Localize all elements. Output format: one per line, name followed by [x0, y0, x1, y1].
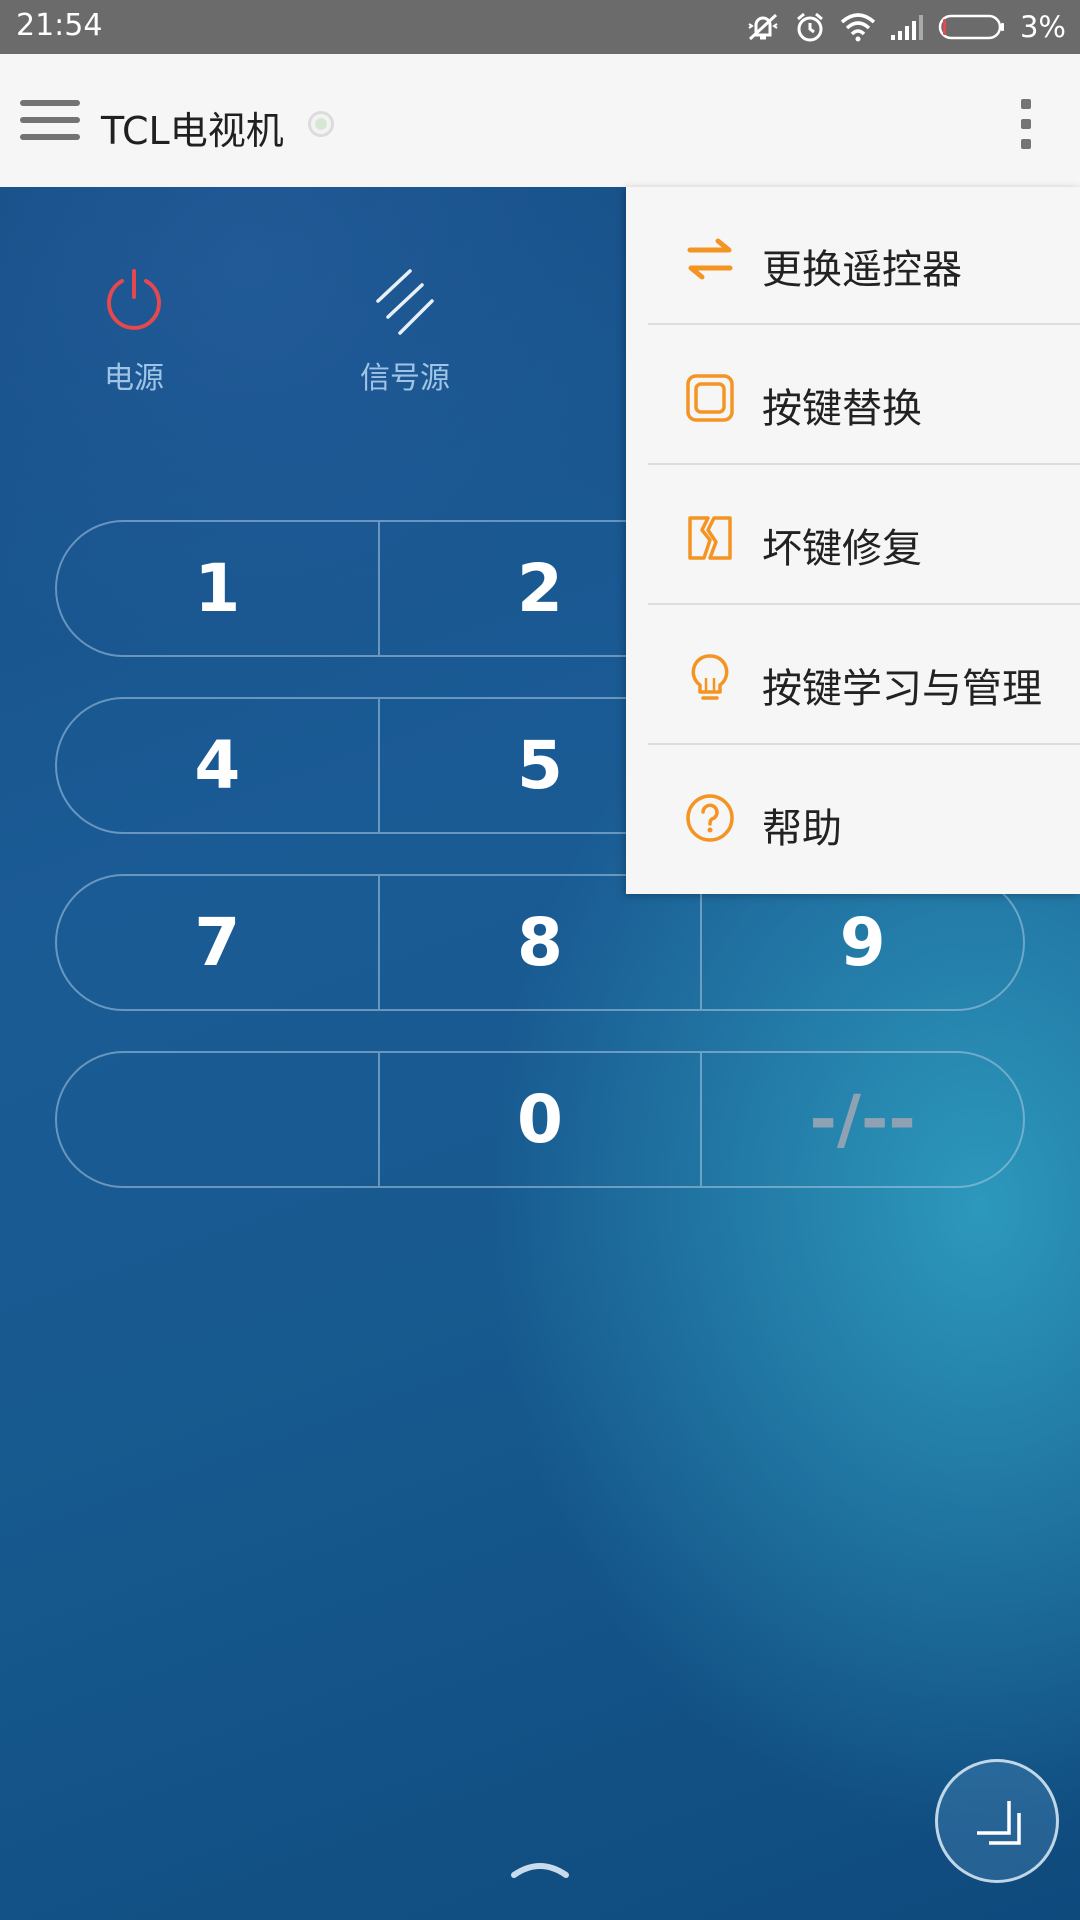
help-icon: [686, 794, 734, 842]
key-replace-icon: [686, 374, 734, 422]
status-time: 21:54: [16, 8, 103, 43]
key-digit-mode[interactable]: -/--: [700, 1053, 1023, 1186]
chevron-up-icon[interactable]: [510, 1855, 570, 1879]
menu-item-key-learning[interactable]: 按键学习与管理: [626, 608, 1080, 748]
page-title: TCL电视机: [101, 109, 284, 153]
hamburger-menu-icon[interactable]: [20, 100, 80, 140]
status-bar: 21:54 3%: [0, 0, 1080, 54]
corner-arrow-icon: [977, 1801, 1021, 1845]
battery-icon: [938, 14, 1004, 40]
power-icon: [107, 269, 161, 330]
overflow-menu: 更换遥控器 按键替换 坏键修复 按键学习与管理 帮助: [626, 187, 1080, 894]
keypad-row: 0 -/--: [55, 1051, 1025, 1188]
broken-key-icon: [688, 516, 732, 560]
expand-remote-button[interactable]: [935, 1759, 1059, 1883]
menu-item-help[interactable]: 帮助: [626, 748, 1080, 888]
battery-percent: 3%: [1019, 10, 1066, 44]
source-icon: [376, 269, 434, 335]
alarm-icon: [797, 12, 823, 42]
key-1[interactable]: 1: [57, 522, 378, 655]
mute-vibrate-icon: [748, 13, 778, 41]
divider: [648, 743, 1080, 745]
menu-item-label: 按键学习与管理: [762, 666, 1042, 712]
menu-item-label: 坏键修复: [762, 526, 922, 572]
key-9[interactable]: 9: [700, 876, 1023, 1009]
key-8[interactable]: 8: [377, 876, 701, 1009]
menu-item-key-replace[interactable]: 按键替换: [626, 328, 1080, 468]
menu-item-label: 更换遥控器: [762, 247, 962, 293]
key-blank[interactable]: [57, 1053, 378, 1186]
key-4[interactable]: 4: [57, 699, 378, 832]
swap-arrows-icon: [687, 238, 733, 280]
power-button[interactable]: 电源: [44, 267, 224, 407]
key-7[interactable]: 7: [57, 876, 378, 1009]
divider: [648, 463, 1080, 465]
more-vertical-icon[interactable]: [1019, 99, 1033, 149]
menu-item-label: 帮助: [762, 806, 842, 852]
menu-item-broken-key-repair[interactable]: 坏键修复: [626, 468, 1080, 608]
divider: [648, 323, 1080, 325]
power-label: 电源: [104, 361, 164, 396]
status-icons: 3%: [746, 9, 1066, 45]
key-0[interactable]: 0: [377, 1053, 701, 1186]
source-button[interactable]: 信号源: [315, 267, 495, 407]
wifi-icon: [840, 13, 876, 42]
signal-icon: [890, 15, 923, 40]
keypad-row: 7 8 9: [55, 874, 1025, 1011]
lightbulb-icon: [691, 654, 729, 700]
connection-status-icon: [308, 111, 334, 137]
menu-item-label: 按键替换: [762, 386, 922, 432]
divider: [648, 603, 1080, 605]
menu-item-change-remote[interactable]: 更换遥控器: [626, 189, 1080, 329]
app-bar: TCL电视机: [0, 54, 1080, 187]
source-label: 信号源: [360, 361, 450, 396]
